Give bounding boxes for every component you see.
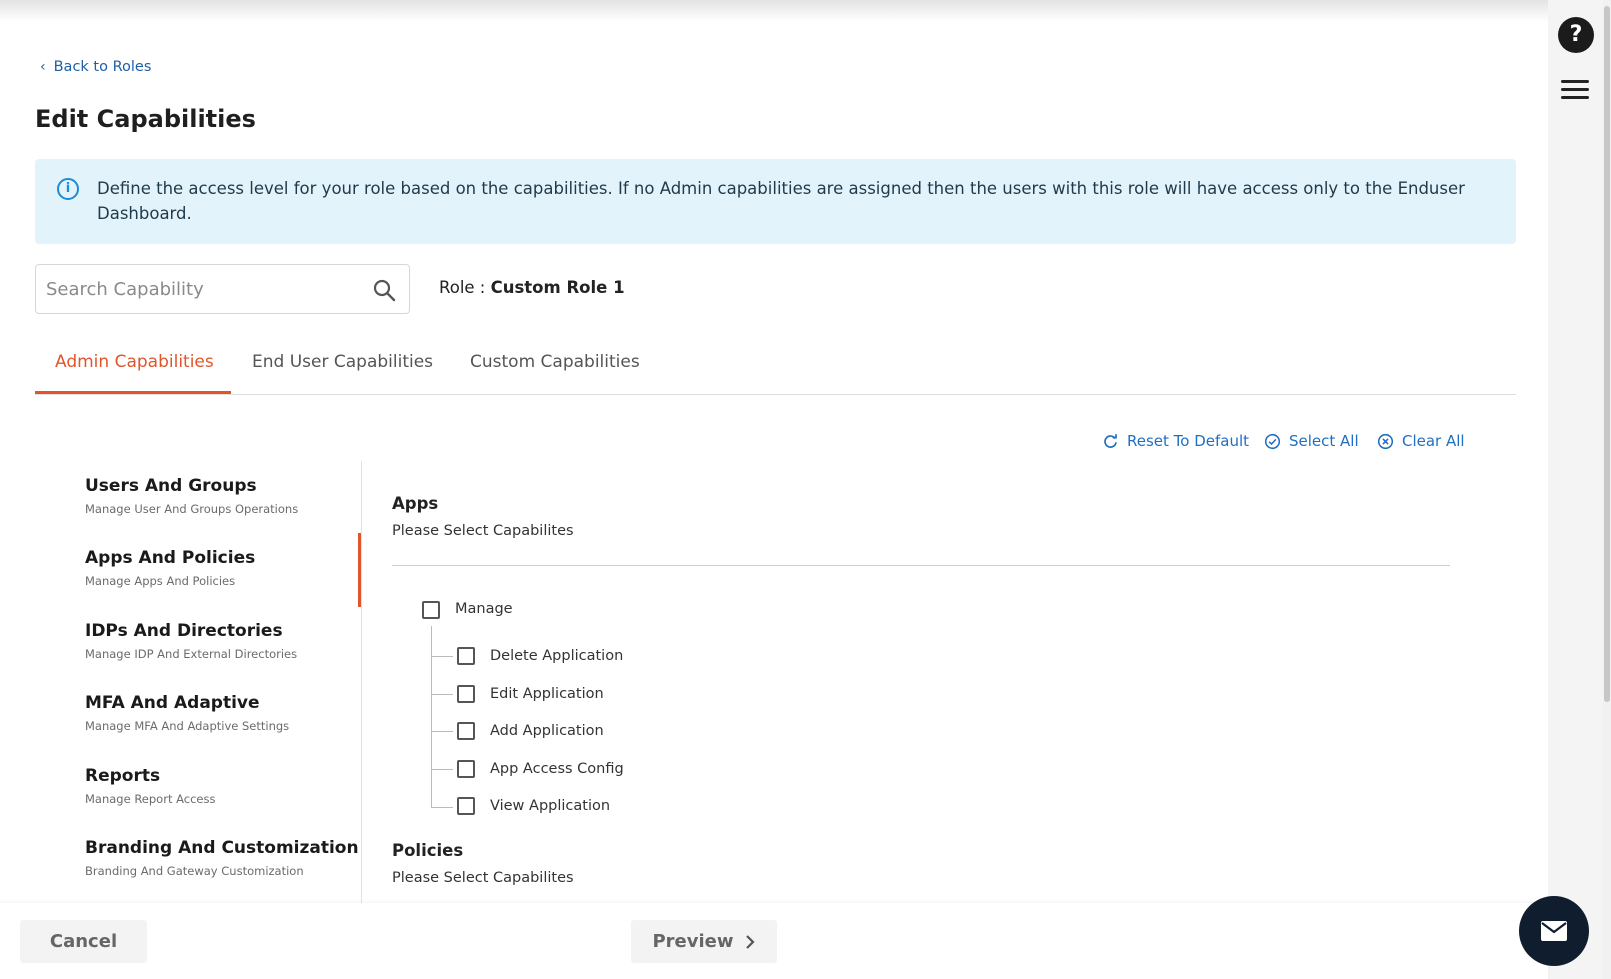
- section-subtitle-apps: Please Select Capabilites: [392, 523, 574, 539]
- clear-all-label: Clear All: [1402, 432, 1465, 450]
- search-input[interactable]: [46, 275, 346, 303]
- tree-branch: [431, 694, 453, 695]
- cancel-button[interactable]: Cancel: [20, 920, 147, 963]
- select-all-button[interactable]: Select All: [1264, 432, 1359, 450]
- section-title-policies: Policies: [392, 841, 464, 860]
- tab-admin-capabilities[interactable]: Admin Capabilities: [55, 352, 214, 395]
- checkbox-delete-application[interactable]: [457, 647, 475, 665]
- role-prefix: Role :: [439, 278, 491, 297]
- chevron-left-icon: ‹: [40, 59, 46, 75]
- checkbox-label-view-application: View Application: [490, 798, 611, 814]
- checkbox-manage[interactable]: [422, 601, 440, 619]
- chevron-right-icon: [745, 934, 755, 949]
- back-to-roles-link[interactable]: ‹ Back to Roles: [40, 59, 151, 75]
- section-title-apps: Apps: [392, 494, 439, 513]
- tree-branch: [431, 656, 453, 657]
- reset-label: Reset To Default: [1127, 432, 1250, 450]
- scrollbar-thumb[interactable]: [1604, 6, 1610, 702]
- preview-button[interactable]: Preview: [631, 920, 777, 963]
- tree-line: [431, 626, 432, 808]
- clear-all-button[interactable]: Clear All: [1377, 432, 1465, 450]
- info-icon: i: [57, 178, 79, 200]
- section-subtitle-policies: Please Select Capabilites: [392, 870, 574, 886]
- check-circle-icon: [1264, 433, 1281, 449]
- preview-label: Preview: [652, 931, 734, 952]
- right-rail: [1548, 0, 1611, 979]
- sidebar-item-reports[interactable]: Reports Manage Report Access: [85, 766, 215, 806]
- role-name: Custom Role 1: [490, 278, 625, 297]
- checkbox-app-access-config[interactable]: [457, 760, 475, 778]
- checkbox-edit-application[interactable]: [457, 685, 475, 703]
- checkbox-label-app-access-config: App Access Config: [490, 761, 624, 777]
- select-all-label: Select All: [1289, 432, 1359, 450]
- tab-custom-capabilities[interactable]: Custom Capabilities: [470, 352, 640, 395]
- sidebar-item-users-and-groups[interactable]: Users And Groups Manage User And Groups …: [85, 476, 298, 516]
- tree-branch: [431, 807, 453, 808]
- active-tab-indicator: [35, 391, 231, 394]
- mail-icon: [1541, 921, 1567, 941]
- role-label: Role : Custom Role 1: [439, 278, 625, 297]
- search-box: [35, 264, 410, 314]
- sidebar-item-subtitle: Manage User And Groups Operations: [85, 502, 299, 516]
- sidebar-item-subtitle: Manage Report Access: [85, 792, 216, 806]
- sidebar-divider: [361, 461, 362, 903]
- sidebar-item-subtitle: Manage IDP And External Directories: [85, 647, 298, 661]
- tree-branch: [431, 769, 453, 770]
- help-icon[interactable]: ?: [1558, 17, 1594, 53]
- checkbox-view-application[interactable]: [457, 797, 475, 815]
- info-text: Define the access level for your role ba…: [97, 179, 1465, 223]
- sidebar-item-apps-and-policies[interactable]: Apps And Policies Manage Apps And Polici…: [85, 548, 255, 588]
- sidebar-item-title: Reports: [85, 766, 161, 786]
- top-shadow: [0, 0, 1548, 22]
- hamburger-menu-icon[interactable]: [1561, 80, 1589, 102]
- sidebar-item-mfa-and-adaptive[interactable]: MFA And Adaptive Manage MFA And Adaptive…: [85, 693, 289, 733]
- checkbox-label-edit-application: Edit Application: [490, 686, 604, 702]
- sidebar-active-indicator: [358, 533, 361, 607]
- section-divider: [392, 565, 1450, 566]
- sidebar-item-title: Apps And Policies: [85, 548, 256, 568]
- checkbox-label-add-application: Add Application: [490, 723, 604, 739]
- checkbox-label-delete-application: Delete Application: [490, 648, 624, 664]
- capability-tabs: Admin Capabilities End User Capabilities…: [35, 340, 1516, 395]
- page-title: Edit Capabilities: [35, 105, 256, 133]
- sidebar-item-title: Branding And Customization: [85, 838, 359, 858]
- x-circle-icon: [1377, 433, 1394, 449]
- back-link-label: Back to Roles: [53, 59, 152, 75]
- checkbox-label-manage: Manage: [455, 601, 513, 617]
- refresh-icon: [1104, 433, 1117, 448]
- contact-support-button[interactable]: [1519, 896, 1589, 966]
- reset-to-default-button[interactable]: Reset To Default: [1102, 432, 1249, 450]
- sidebar-item-title: Users And Groups: [85, 476, 257, 496]
- sidebar-item-title: MFA And Adaptive: [85, 693, 260, 713]
- tab-end-user-capabilities[interactable]: End User Capabilities: [252, 352, 433, 395]
- sidebar-item-subtitle: Manage MFA And Adaptive Settings: [85, 719, 290, 733]
- checkbox-add-application[interactable]: [457, 722, 475, 740]
- sidebar-item-subtitle: Branding And Gateway Customization: [85, 864, 304, 878]
- sidebar-item-idps-and-directories[interactable]: IDPs And Directories Manage IDP And Exte…: [85, 621, 297, 661]
- sidebar-item-title: IDPs And Directories: [85, 621, 283, 641]
- tree-branch: [431, 731, 453, 732]
- sidebar-item-subtitle: Manage Apps And Policies: [85, 574, 236, 588]
- search-icon[interactable]: [372, 278, 396, 302]
- sidebar-item-branding-and-customization[interactable]: Branding And Customization Branding And …: [85, 838, 359, 878]
